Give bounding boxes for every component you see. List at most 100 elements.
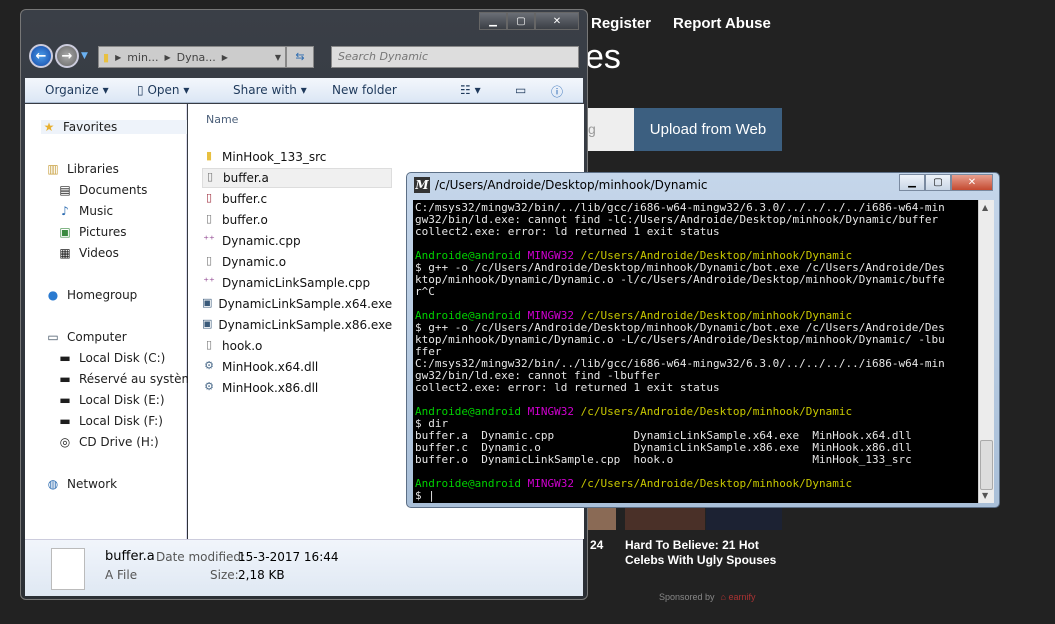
drive-icon: ▬ (59, 414, 71, 428)
ad-thumbnail[interactable] (706, 508, 782, 530)
nav-documents[interactable]: ▤ Documents (57, 183, 147, 197)
minimize-button[interactable]: ▁ (899, 174, 925, 191)
share-with-button[interactable]: Share with ▾ (233, 83, 307, 97)
terminal-line: buffer.o DynamicLinkSample.cpp hook.o Mi… (415, 454, 978, 466)
file-icon: ▯ (205, 212, 213, 225)
nav-computer[interactable]: ▭ Computer (45, 330, 126, 344)
cd-drive-icon: ◎ (59, 435, 71, 449)
nav-videos[interactable]: ▦ Videos (57, 246, 119, 260)
file-item[interactable]: ▯ hook.o (202, 336, 392, 356)
file-item[interactable]: ▯ buffer.c (202, 189, 392, 209)
scrollbar-thumb[interactable] (980, 440, 993, 490)
file-item[interactable]: ⚙ MinHook.x64.dll (202, 357, 392, 377)
terminal-text: /c/Users/Androide/Desktop/minhook/Dynami… (580, 477, 853, 490)
terminal-text: r^C (415, 285, 435, 298)
ad-thumbnail[interactable] (588, 508, 616, 530)
sponsor-logo: ⌂ earnify (720, 592, 756, 602)
file-icon: ▯ (205, 338, 213, 351)
open-button[interactable]: ▯ Open ▾ (137, 83, 189, 97)
terminal-text: MINGW32 (527, 477, 581, 490)
file-item[interactable]: ⁺⁺ Dynamic.cpp (202, 231, 392, 251)
close-button[interactable]: ✕ (951, 174, 993, 191)
search-input[interactable]: Search Dynamic (331, 46, 579, 68)
minimize-button[interactable]: ▁ (479, 12, 507, 30)
file-item[interactable]: ▯ Dynamic.o (202, 252, 392, 272)
file-item[interactable]: ▯ buffer.a (202, 168, 392, 188)
cpp-source-icon: ⁺⁺ (203, 233, 215, 246)
terminal-line: Androide@android MINGW32 /c/Users/Androi… (415, 406, 978, 418)
file-thumbnail-icon (51, 548, 85, 590)
details-size-label: Size: (210, 568, 239, 582)
scroll-down-icon[interactable]: ▼ (982, 491, 988, 500)
folder-icon: ▮ (103, 50, 110, 64)
file-name: buffer.c (222, 192, 268, 206)
report-abuse-link[interactable]: Report Abuse (673, 15, 771, 32)
back-button[interactable]: ← (29, 44, 53, 68)
details-file-type: A File (105, 568, 138, 582)
terminal-scrollbar[interactable]: ▲ ▼ (978, 200, 994, 503)
address-dropdown-icon[interactable]: ▼ (275, 53, 281, 62)
nav-favorites[interactable]: ★ Favorites (41, 120, 187, 134)
recent-pages-dropdown[interactable]: ▼ (81, 51, 88, 61)
breadcrumb-item[interactable]: min... (127, 51, 158, 64)
organize-button[interactable]: Organize ▾ (45, 83, 109, 97)
ad-caption[interactable]: 24 (590, 538, 603, 552)
terminal-output[interactable]: C:/msys32/mingw32/bin/../lib/gcc/i686-w6… (413, 200, 978, 503)
file-name: DynamicLinkSample.x86.exe (218, 318, 393, 332)
close-button[interactable]: ✕ (535, 12, 579, 30)
nav-drive-e[interactable]: ▬ Local Disk (E:) (57, 393, 164, 407)
network-icon: ◍ (47, 477, 59, 491)
details-file-name: buffer.a (105, 549, 155, 564)
address-bar[interactable]: ▮ ▶ min... ▶ Dyna... ▶ ▼ (98, 46, 286, 68)
column-header-name[interactable]: Name (206, 113, 238, 126)
help-icon[interactable]: ⓘ (551, 83, 563, 100)
dll-icon: ⚙ (204, 380, 214, 393)
breadcrumb-item[interactable]: Dyna... (177, 51, 216, 64)
drive-icon: ▬ (59, 351, 71, 365)
forward-button[interactable]: → (55, 44, 79, 68)
exe-icon: ▣ (202, 317, 213, 330)
view-options-icon[interactable]: ☷ ▾ (460, 83, 481, 97)
sponsored-by: Sponsored by ⌂ earnify (659, 592, 756, 602)
terminal-text: $ | (415, 489, 435, 502)
file-item[interactable]: ▮ MinHook_133_src (202, 147, 392, 167)
dll-icon: ⚙ (204, 359, 214, 372)
terminal-line: collect2.exe: error: ld returned 1 exit … (415, 382, 978, 394)
file-item[interactable]: ▯ buffer.o (202, 210, 392, 230)
register-link[interactable]: Register (591, 15, 651, 32)
file-icon: ▯ (206, 170, 214, 183)
nav-drive-c[interactable]: ▬ Local Disk (C:) (57, 351, 165, 365)
terminal-line: ktop/minhook/Dynamic/Dynamic.o -L/c/User… (415, 334, 978, 346)
page-title: es (585, 38, 621, 76)
terminal-line: ktop/minhook/Dynamic/Dynamic.o -l/c/User… (415, 274, 978, 286)
url-input[interactable]: g (588, 108, 634, 151)
terminal-text: collect2.exe: error: ld returned 1 exit … (415, 225, 720, 238)
file-item[interactable]: ▣ DynamicLinkSample.x64.exe (202, 294, 392, 314)
new-folder-button[interactable]: New folder (332, 83, 397, 97)
nav-pictures[interactable]: ▣ Pictures (57, 225, 126, 239)
preview-pane-icon[interactable]: ▭ (515, 83, 526, 97)
file-name: buffer.a (223, 171, 269, 185)
nav-homegroup[interactable]: ● Homegroup (45, 288, 138, 302)
details-pane: buffer.a A File Date modified: 15-3-2017… (25, 539, 583, 596)
terminal-title: /c/Users/Androide/Desktop/minhook/Dynami… (435, 178, 708, 192)
file-item[interactable]: ⁺⁺ DynamicLinkSample.cpp (202, 273, 392, 293)
ad-thumbnail[interactable] (625, 508, 705, 530)
nav-music[interactable]: ♪ Music (57, 204, 113, 218)
file-item[interactable]: ⚙ MinHook.x86.dll (202, 378, 392, 398)
upload-from-web-button[interactable]: Upload from Web (634, 108, 782, 151)
refresh-button[interactable]: ⇆ (286, 46, 314, 68)
nav-drive-f[interactable]: ▬ Local Disk (F:) (57, 414, 163, 428)
scroll-up-icon[interactable]: ▲ (982, 203, 988, 212)
file-item[interactable]: ▣ DynamicLinkSample.x86.exe (202, 315, 392, 335)
nav-drive-reserved[interactable]: ▬ Réservé au système ( (57, 372, 209, 386)
nav-network[interactable]: ◍ Network (45, 477, 117, 491)
nav-libraries[interactable]: ▥ Libraries (45, 162, 119, 176)
terminal-text: buffer.o DynamicLinkSample.cpp hook.o Mi… (415, 453, 912, 466)
maximize-button[interactable]: ▢ (507, 12, 535, 30)
maximize-button[interactable]: ▢ (925, 174, 951, 191)
nav-drive-h[interactable]: ◎ CD Drive (H:) (57, 435, 159, 449)
ad-caption[interactable]: Hard To Believe: 21 Hot Celebs With Ugly… (625, 538, 785, 568)
drive-icon: ▬ (59, 393, 71, 407)
terminal-window: M /c/Users/Androide/Desktop/minhook/Dyna… (406, 172, 1000, 508)
